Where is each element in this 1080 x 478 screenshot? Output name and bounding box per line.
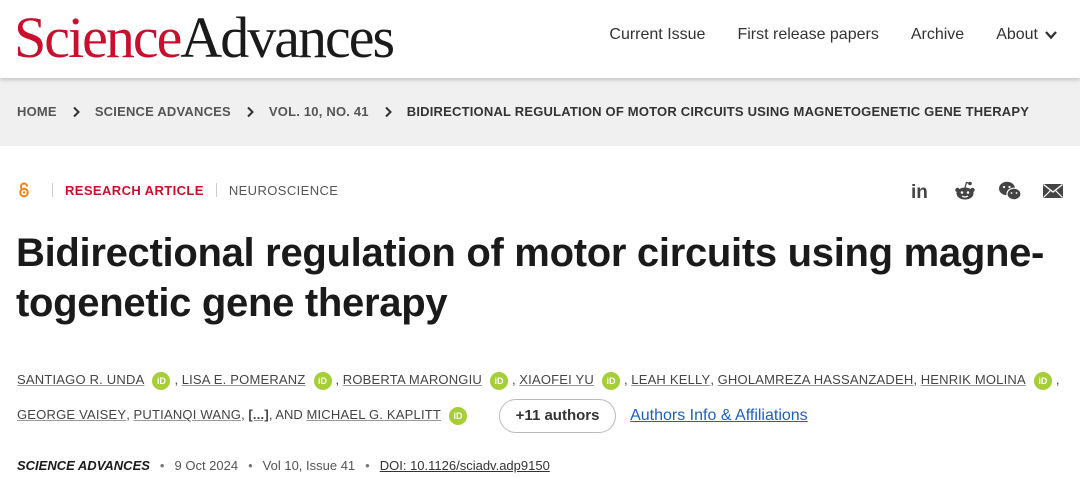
open-access-icon — [19, 182, 29, 198]
chevron-right-icon — [385, 106, 392, 117]
orcid-icon[interactable]: iD — [449, 406, 468, 425]
author-link[interactable]: ROBERTA MARONGIU — [343, 372, 482, 387]
separator-dot: • — [248, 458, 253, 473]
breadcrumb-journal[interactable]: SCIENCE ADVANCES — [95, 104, 231, 119]
more-authors-button[interactable]: +11 authors — [498, 398, 617, 433]
author-link[interactable]: GHOLAMREZA HASSANZADEH — [718, 372, 914, 387]
nav-about[interactable]: About — [996, 26, 1058, 44]
author-link[interactable]: SANTIAGO R. UNDA — [17, 372, 144, 387]
site-logo[interactable]: ScienceAdvances — [14, 5, 395, 70]
breadcrumb-bar: HOME SCIENCE ADVANCES VOL. 10, NO. 41 BI… — [0, 78, 1080, 146]
separator-dot: • — [159, 458, 165, 473]
author-ellipsis[interactable]: [...] — [248, 407, 269, 422]
wechat-icon[interactable] — [998, 180, 1022, 202]
doi-link[interactable]: DOI: 10.1126/sciadv.adp9150 — [380, 458, 550, 473]
author-link[interactable]: MICHAEL G. KAPLITT — [306, 407, 441, 422]
orcid-icon[interactable]: iD — [1033, 371, 1052, 390]
nav-current-issue[interactable]: Current Issue — [609, 26, 705, 44]
author-link[interactable]: GEORGE VAISEY — [17, 407, 126, 422]
email-icon[interactable] — [1042, 180, 1064, 202]
orcid-icon[interactable]: iD — [313, 371, 332, 390]
share-bar: in — [910, 180, 1064, 203]
reddit-icon[interactable] — [954, 180, 976, 202]
linkedin-icon[interactable]: in — [910, 180, 932, 203]
author-link[interactable]: HENRIK MOLINA — [921, 372, 1026, 387]
chevron-right-icon — [247, 106, 254, 117]
author-link[interactable]: LISA E. POMERANZ — [182, 372, 306, 387]
orcid-icon[interactable]: iD — [490, 371, 509, 390]
author-link[interactable]: PUTIANQI WANG — [134, 407, 242, 422]
chevron-down-icon — [1045, 31, 1057, 40]
author-list: SANTIAGO R. UNDA iD, LISA E. POMERANZ iD, … — [17, 362, 1067, 433]
svg-text:in: in — [911, 182, 928, 202]
logo-science: Science — [14, 5, 182, 70]
journal-name: SCIENCE ADVANCES — [17, 458, 150, 473]
breadcrumb: HOME SCIENCE ADVANCES VOL. 10, NO. 41 BI… — [17, 104, 1029, 119]
breadcrumb-current-article: BIDIRECTIONAL REGULATION OF MOTOR CIRCUI… — [406, 104, 1030, 119]
main-nav: Current Issue First release papers Archi… — [609, 26, 1058, 44]
logo-advances: Advances — [180, 5, 395, 70]
publication-info: SCIENCE ADVANCES • 9 Oct 2024 • Vol 10, … — [17, 458, 550, 473]
article-subject[interactable]: NEUROSCIENCE — [229, 183, 339, 198]
separator-dot: • — [365, 458, 370, 473]
breadcrumb-issue[interactable]: VOL. 10, NO. 41 — [269, 104, 369, 119]
chevron-right-icon — [73, 106, 80, 117]
author-link[interactable]: XIAOFEI YU — [519, 372, 594, 387]
article-meta: RESEARCH ARTICLE NEUROSCIENCE — [18, 182, 338, 198]
orcid-icon[interactable]: iD — [152, 371, 171, 390]
article-title: Bidirectional regulation of motor circui… — [16, 231, 1045, 325]
breadcrumb-home[interactable]: HOME — [17, 104, 57, 119]
publication-date: 9 Oct 2024 — [174, 458, 239, 473]
authors-affiliations-link[interactable]: Authors Info & Affiliations — [630, 407, 808, 424]
divider — [215, 183, 217, 197]
volume-issue[interactable]: Vol 10, Issue 41 — [263, 458, 356, 473]
nav-archive[interactable]: Archive — [911, 26, 964, 44]
nav-first-release-papers[interactable]: First release papers — [737, 26, 878, 44]
author-link[interactable]: LEAH KELLY — [631, 372, 710, 387]
site-header: ScienceAdvances Current Issue First rele… — [0, 0, 1080, 78]
article-type: RESEARCH ARTICLE — [65, 182, 204, 198]
orcid-icon[interactable]: iD — [602, 371, 621, 390]
nav-about-label: About — [996, 26, 1038, 43]
divider — [52, 183, 53, 197]
author-and: , AND — [268, 407, 303, 422]
